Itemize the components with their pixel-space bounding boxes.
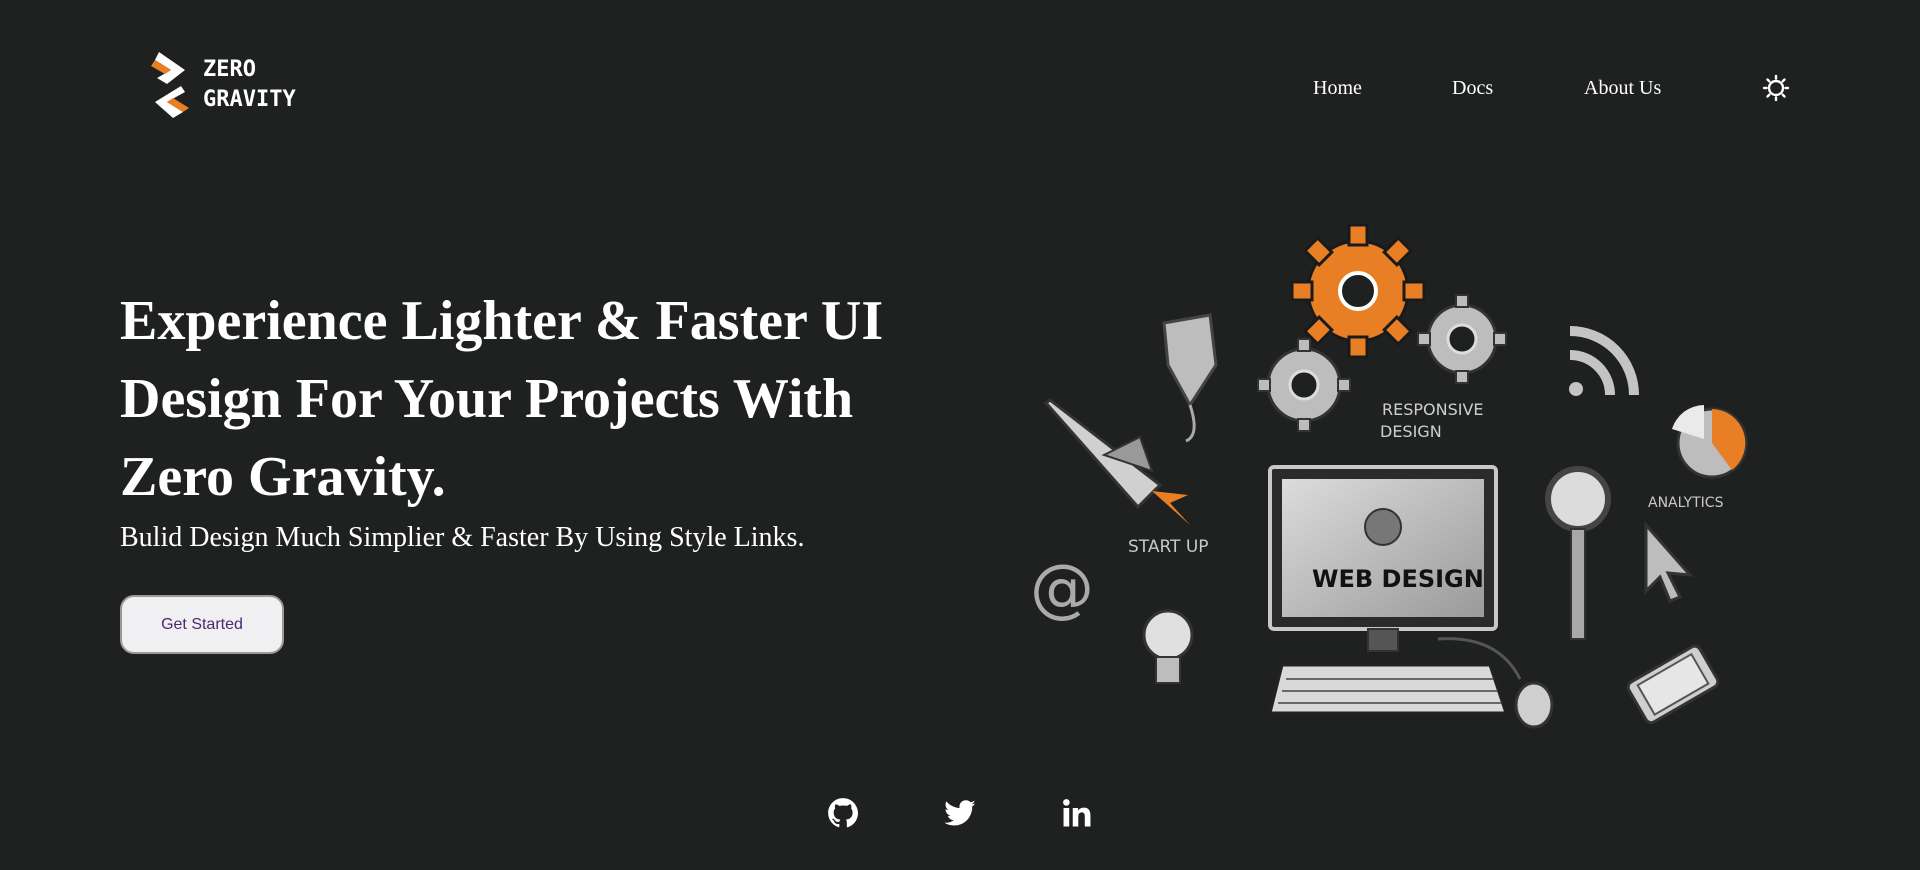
mouse-icon (1514, 681, 1554, 729)
github-link[interactable] (826, 796, 860, 830)
nav-link-about-us[interactable]: About Us (1584, 74, 1661, 102)
rss-feed-icon (1569, 326, 1639, 396)
orange-gear-icon (1290, 223, 1426, 359)
phone-icon (1626, 644, 1720, 725)
web-design-illustration: RESPONSIVE DESIGN START UP @ ANALYTICS W… (1030, 223, 1748, 729)
keyboard-icon (1268, 663, 1509, 715)
gray-gear-icon (1417, 294, 1507, 384)
responsive-label: RESPONSIVE (1382, 400, 1484, 419)
pen-nib-icon (1162, 313, 1218, 443)
get-started-button[interactable]: Get Started (120, 595, 284, 654)
pie-chart-icon (1672, 405, 1748, 479)
github-icon (828, 798, 859, 828)
twitter-icon (944, 800, 976, 826)
rocket-icon (1043, 398, 1190, 525)
nav-link-home[interactable]: Home (1313, 74, 1362, 102)
gray-gear-icon (1257, 338, 1351, 432)
analytics-label: ANALYTICS (1648, 495, 1724, 511)
cursor-icon (1644, 521, 1694, 603)
linkedin-icon (1063, 799, 1091, 827)
screen-label: WEB DESIGN (1312, 565, 1484, 593)
twitter-link[interactable] (943, 796, 977, 830)
startup-label: START UP (1128, 537, 1209, 557)
linkedin-link[interactable] (1060, 796, 1094, 830)
at-sign-icon: @ (1030, 552, 1094, 626)
theme-toggle-button[interactable] (1762, 74, 1790, 102)
hero-subtitle: Bulid Design Much Simplier & Faster By U… (120, 522, 805, 553)
sun-icon (1762, 74, 1790, 102)
design-label: DESIGN (1380, 422, 1442, 441)
light-bulb-icon (1142, 609, 1194, 684)
hero-title: Experience Lighter & Faster UI Design Fo… (120, 290, 884, 508)
monitor-icon (1268, 465, 1498, 652)
nav-link-docs[interactable]: Docs (1452, 74, 1493, 102)
main-nav: Home Docs About Us (0, 74, 1920, 104)
magnifier-icon (1545, 466, 1611, 640)
